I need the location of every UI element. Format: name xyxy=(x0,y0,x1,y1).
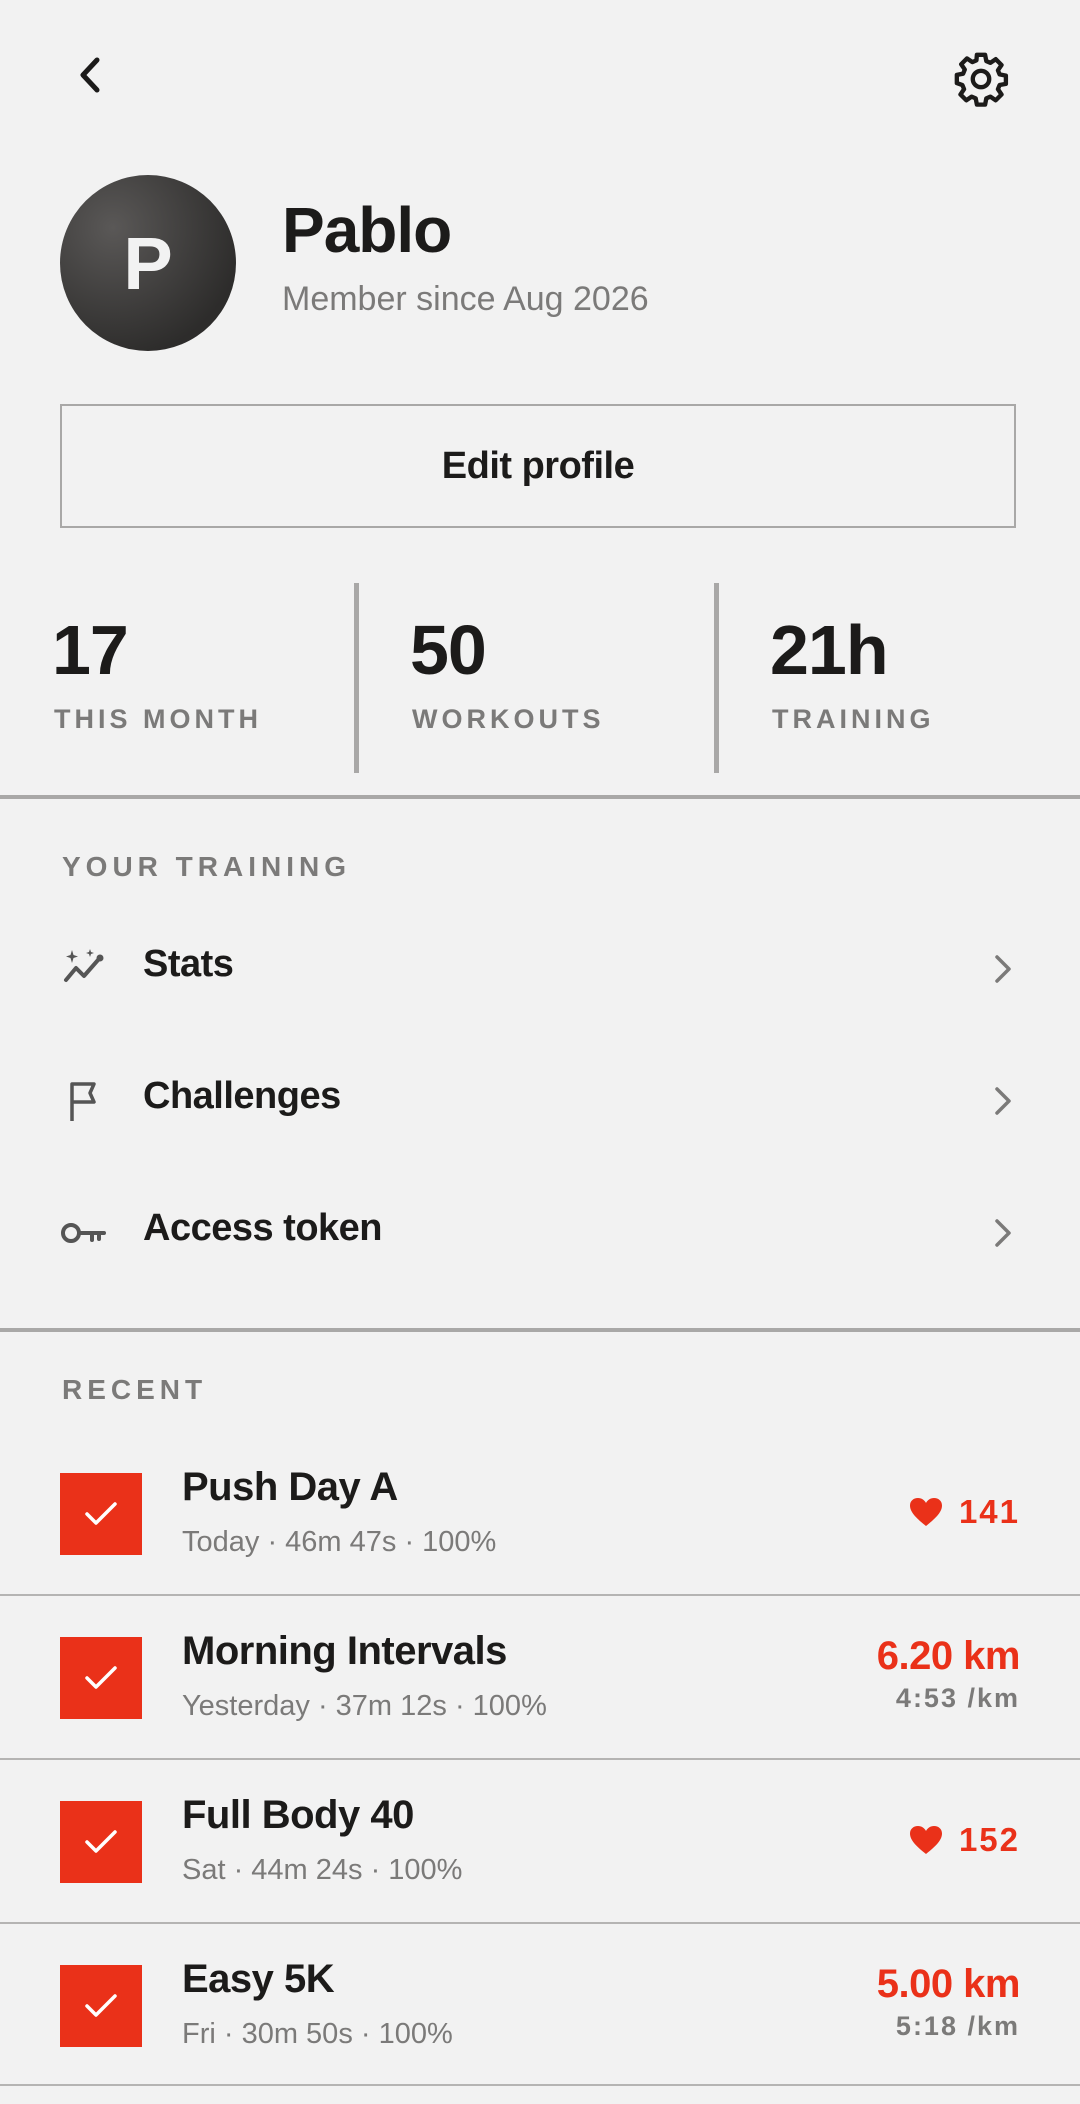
completed-checkbox xyxy=(60,1965,142,2047)
checkmark-icon xyxy=(85,1502,117,1525)
back-button[interactable] xyxy=(60,45,120,105)
gear-icon xyxy=(954,52,1009,107)
edit-profile-button[interactable]: Edit profile xyxy=(60,404,1016,528)
pace-value: 5:18 /km xyxy=(895,2011,1020,2041)
avatar-initial: P xyxy=(123,221,173,305)
menu-item-access-token[interactable]: Access token xyxy=(0,1167,1080,1299)
section-divider xyxy=(0,1328,1080,1332)
heart-rate: 141 xyxy=(909,1493,1020,1531)
stat-label: THIS MONTH xyxy=(54,704,262,734)
recent-heading: RECENT xyxy=(62,1374,208,1405)
divider xyxy=(714,583,719,773)
distance-metric: 5.00 km 5:18 /km xyxy=(876,1962,1021,2042)
member-since: Member since Aug 2026 xyxy=(282,280,649,318)
sparkle-chart-icon xyxy=(60,946,108,992)
menu-item-label: Challenges xyxy=(143,1075,341,1117)
checkmark-icon xyxy=(85,1830,117,1853)
workout-title: Full Body 40 xyxy=(182,1793,414,1837)
workout-details: Fri · 30m 50s · 100% xyxy=(182,2018,453,2050)
profile-header: P Pablo Member since Aug 2026 xyxy=(60,175,1020,355)
row-divider xyxy=(0,1922,1080,1924)
workout-details: Yesterday · 37m 12s · 100% xyxy=(182,1690,547,1722)
row-divider xyxy=(0,1758,1080,1760)
menu-item-label: Access token xyxy=(143,1207,383,1249)
distance-value: 6.20 km xyxy=(876,1634,1021,1678)
distance-value: 5.00 km xyxy=(876,1962,1021,2006)
flag-icon xyxy=(60,1078,108,1124)
workout-row-morning-intervals[interactable]: Morning Intervals Yesterday · 37m 12s · … xyxy=(0,1612,1080,1776)
workout-title: Push Day A xyxy=(182,1465,398,1509)
row-divider xyxy=(0,1594,1080,1596)
row-divider xyxy=(0,2084,1080,2086)
menu-item-label: Stats xyxy=(143,943,234,985)
heart-rate: 152 xyxy=(909,1821,1020,1859)
settings-button[interactable] xyxy=(950,48,1012,110)
heart-icon xyxy=(909,1826,942,1854)
checkmark-icon xyxy=(85,1994,117,2017)
chevron-right-icon xyxy=(988,953,1018,985)
stats-summary: 17 THIS MONTH 50 WORKOUTS 21h TRAINING xyxy=(0,583,1080,773)
completed-checkbox xyxy=(60,1637,142,1719)
distance-metric: 6.20 km 4:53 /km xyxy=(876,1634,1021,1714)
workout-title: Easy 5K xyxy=(182,1957,335,2001)
heart-icon xyxy=(909,1498,942,1526)
workout-details: Today · 46m 47s · 100% xyxy=(182,1526,497,1558)
your-training-heading: YOUR TRAINING xyxy=(62,851,351,882)
workout-row-push-day-a[interactable]: Push Day A Today · 46m 47s · 100% 141 xyxy=(0,1448,1080,1612)
chevron-right-icon xyxy=(988,1217,1018,1249)
section-divider xyxy=(0,795,1080,799)
workout-row-full-body-40[interactable]: Full Body 40 Sat · 44m 24s · 100% 152 xyxy=(0,1776,1080,1940)
chevron-right-icon xyxy=(988,1085,1018,1117)
completed-checkbox xyxy=(60,1473,142,1555)
avatar[interactable]: P xyxy=(60,175,236,351)
top-bar xyxy=(0,0,1080,150)
pace-value: 4:53 /km xyxy=(895,1683,1020,1713)
stat-label: TRAINING xyxy=(772,704,935,734)
stat-value: 21h xyxy=(770,611,889,689)
chevron-left-icon xyxy=(80,57,100,93)
profile-name: Pablo xyxy=(282,194,452,266)
stat-value: 17 xyxy=(52,611,129,689)
stat-label: WORKOUTS xyxy=(412,704,605,734)
menu-item-challenges[interactable]: Challenges xyxy=(0,1035,1080,1167)
completed-checkbox xyxy=(60,1801,142,1883)
menu-item-stats[interactable]: Stats xyxy=(0,903,1080,1035)
workout-row-easy-5k[interactable]: Easy 5K Fri · 30m 50s · 100% 5.00 km 5:1… xyxy=(0,1940,1080,2104)
heart-rate-value: 141 xyxy=(958,1493,1020,1530)
heart-rate-value: 152 xyxy=(958,1821,1020,1858)
workout-details: Sat · 44m 24s · 100% xyxy=(182,1854,463,1886)
workout-title: Morning Intervals xyxy=(182,1629,507,1673)
checkmark-icon xyxy=(85,1666,117,1689)
stat-value: 50 xyxy=(410,611,487,689)
key-icon xyxy=(60,1210,108,1256)
divider xyxy=(354,583,359,773)
